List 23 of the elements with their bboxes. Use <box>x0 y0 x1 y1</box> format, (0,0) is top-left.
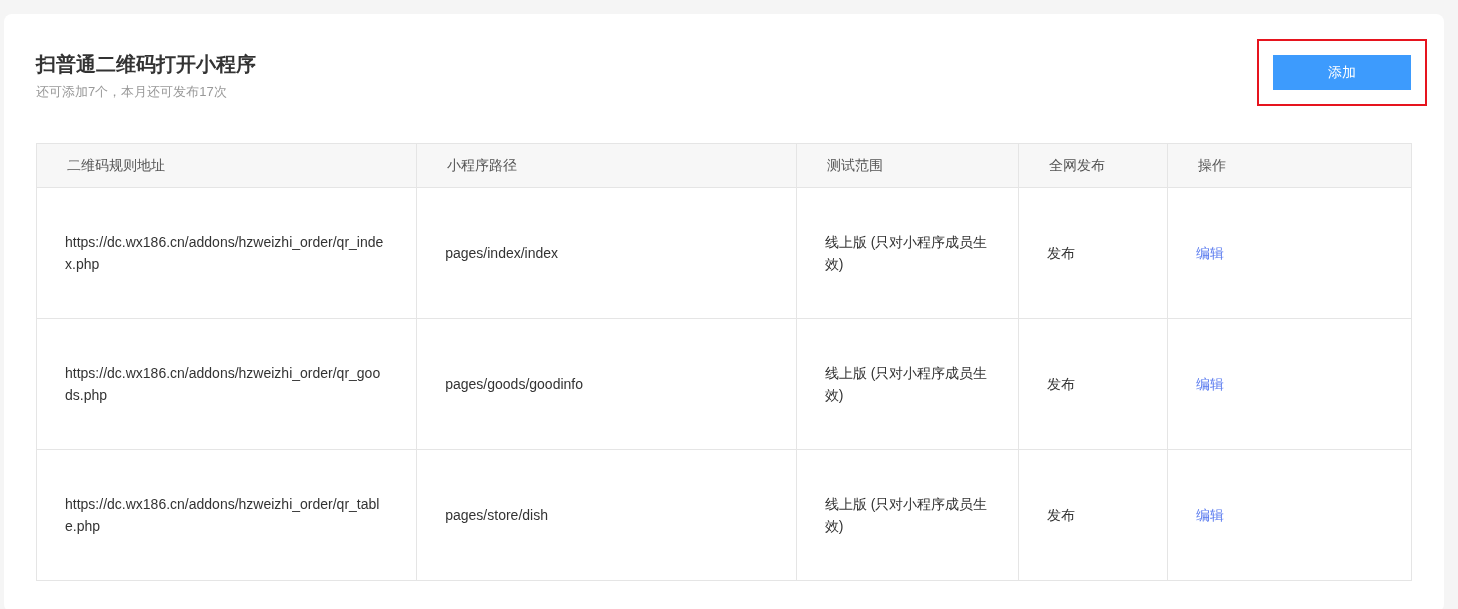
edit-link[interactable]: 编辑 <box>1195 376 1224 392</box>
table-cell: 发布 <box>1018 187 1168 319</box>
table-cell: https://dc.wx186.cn/addons/hzweizhi_order/qr_index.php <box>36 187 417 319</box>
edit-link[interactable]: 编辑 <box>1195 507 1224 523</box>
table-cell: https://dc.wx186.cn/addons/hzweizhi_order/qr_goods.php <box>36 318 417 450</box>
table-cell: https://dc.wx186.cn/addons/hzweizhi_order/qr_table.php <box>36 449 417 581</box>
table-cell: pages/store/dish <box>416 449 797 581</box>
table-cell: pages/goods/goodinfo <box>416 318 797 450</box>
edit-link[interactable]: 编辑 <box>1195 245 1224 261</box>
column-header: 二维码规则地址 <box>36 143 417 188</box>
column-header: 小程序路径 <box>416 143 797 188</box>
column-header: 测试范围 <box>796 143 1019 188</box>
quota-note: 还可添加7个，本月还可发布17次 <box>36 83 228 101</box>
table-cell: 发布 <box>1018 318 1168 450</box>
page-title: 扫普通二维码打开小程序 <box>36 52 256 77</box>
add-button[interactable]: 添加 <box>1273 55 1411 90</box>
column-header: 全网发布 <box>1018 143 1168 188</box>
table-cell: 线上版 (只对小程序成员生效) <box>796 187 1019 319</box>
table-cell: 发布 <box>1018 449 1168 581</box>
table-cell: pages/index/index <box>416 187 797 319</box>
table-cell: 线上版 (只对小程序成员生效) <box>796 449 1019 581</box>
column-header: 操作 <box>1167 143 1412 188</box>
table-cell: 线上版 (只对小程序成员生效) <box>796 318 1019 450</box>
